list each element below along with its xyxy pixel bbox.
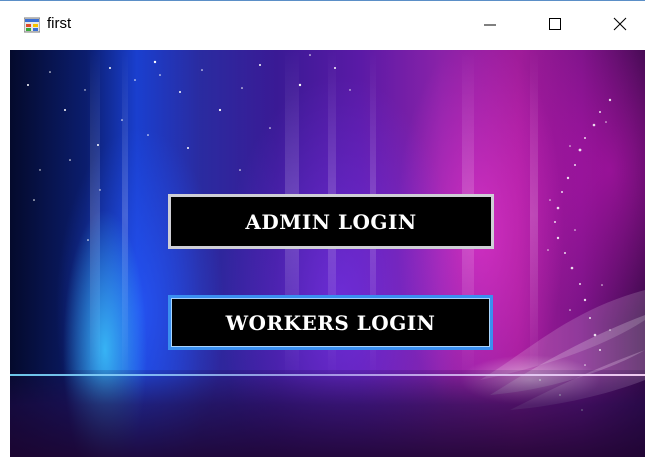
maximize-icon — [549, 18, 561, 30]
horizon-line — [10, 374, 645, 376]
minimize-icon — [484, 24, 496, 26]
window-title: first — [47, 15, 72, 32]
maximize-button[interactable] — [532, 3, 578, 45]
minimize-button[interactable] — [467, 3, 513, 45]
close-button[interactable] — [597, 3, 643, 45]
floor-reflection — [10, 370, 645, 457]
app-form-icon — [24, 17, 40, 33]
title-bar[interactable]: first — [0, 2, 645, 46]
background-panel: ADMIN LOGIN WORKERS LOGIN — [10, 50, 645, 457]
admin-login-button[interactable]: ADMIN LOGIN — [168, 194, 494, 249]
close-icon — [613, 17, 627, 31]
app-window: first ADMIN LOGIN WORKERS LOGIN — [0, 0, 645, 457]
workers-login-button[interactable]: WORKERS LOGIN — [168, 295, 493, 350]
